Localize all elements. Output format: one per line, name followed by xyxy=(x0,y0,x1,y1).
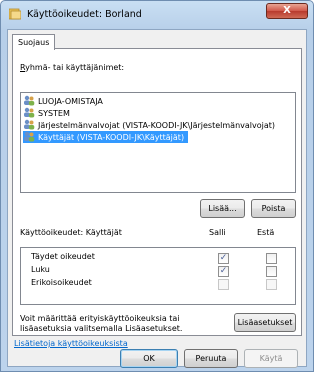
info-text-line1: Voit määrittää erityiskäyttöoikeuksia ta… xyxy=(20,314,180,323)
group-list-label: Ryhmä- tai käyttäjänimet: xyxy=(20,63,125,72)
info-text-line2: lisäasetuksia valitsemalla Lisäasetukset… xyxy=(20,324,183,333)
allow-special-checkbox xyxy=(218,279,229,290)
list-item[interactable]: SYSTEM xyxy=(23,107,74,119)
close-button[interactable]: X xyxy=(266,3,308,19)
apply-button: Käytä xyxy=(244,349,298,368)
help-link[interactable]: Lisätietoja käyttöoikeuksista xyxy=(14,339,128,348)
folder-icon xyxy=(9,8,21,20)
permissions-label: Käyttöoikeudet: Käyttäjät xyxy=(20,228,122,237)
allow-header: Salli xyxy=(209,228,226,237)
remove-button[interactable]: Poista xyxy=(251,199,296,218)
security-tab-panel: Ryhmä- tai käyttäjänimet: LUOJA-OMISTAJA… xyxy=(12,48,302,336)
deny-full-control-checkbox[interactable] xyxy=(266,253,277,264)
deny-read-checkbox[interactable] xyxy=(266,266,277,277)
properties-window: Käyttöoikeudet: Borland X Suojaus Ryhmä-… xyxy=(0,0,314,372)
permissions-list: Täydet oikeudet ✓ Luku ✓ Erikoisoikeudet xyxy=(20,247,296,305)
users-icon xyxy=(24,131,35,142)
title-bar[interactable]: Käyttöoikeudet: Borland X xyxy=(1,1,313,29)
cancel-button[interactable]: Peruuta xyxy=(184,349,238,368)
list-item-selected[interactable]: Käyttäjät (VISTA-KOODI-JK\Käyttäjät) xyxy=(23,131,189,143)
list-item[interactable]: LUOJA-OMISTAJA xyxy=(23,95,107,107)
group-user-list[interactable]: LUOJA-OMISTAJA SYSTEM Järjestelmänvalvoj… xyxy=(20,92,296,193)
dialog-client: Suojaus Ryhmä- tai käyttäjänimet: LUOJA-… xyxy=(7,29,307,368)
permission-name: Erikoisoikeudet xyxy=(31,278,92,287)
permission-name: Luku xyxy=(31,265,50,274)
allow-read-checkbox[interactable]: ✓ xyxy=(218,266,229,277)
ok-button[interactable]: OK xyxy=(120,349,178,368)
deny-special-checkbox xyxy=(266,279,277,290)
allow-full-control-checkbox[interactable]: ✓ xyxy=(218,253,229,264)
deny-header: Estä xyxy=(257,228,275,237)
users-icon xyxy=(24,119,35,130)
list-item[interactable]: Järjestelmänvalvojat (VISTA-KOODI-JK\Jär… xyxy=(23,119,279,131)
permission-name: Täydet oikeudet xyxy=(31,252,95,261)
add-button[interactable]: Lisää... xyxy=(200,199,245,218)
tab-security[interactable]: Suojaus xyxy=(12,34,56,50)
users-icon xyxy=(24,107,35,118)
users-icon xyxy=(24,95,35,106)
advanced-button[interactable]: Lisäasetukset xyxy=(234,313,296,332)
window-title: Käyttöoikeudet: Borland xyxy=(27,9,142,20)
